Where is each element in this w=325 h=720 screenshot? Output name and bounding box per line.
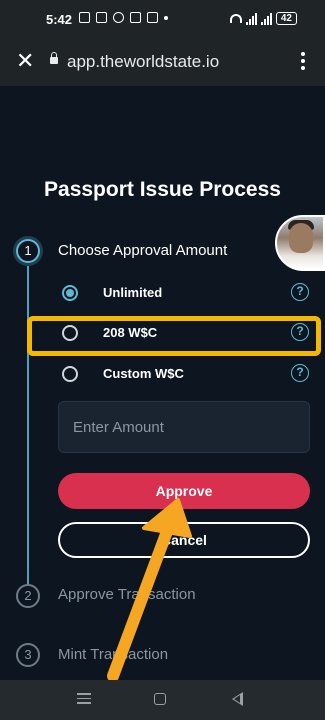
help-icon[interactable]: ? [291, 323, 309, 341]
option-custom-wsc[interactable]: Custom W$C ? [58, 360, 324, 388]
game-controller-icon [79, 12, 90, 23]
radio-208-wsc[interactable] [62, 325, 78, 341]
page-content: Passport Issue Process 1 Choose Approval… [0, 86, 325, 680]
status-bar: 5:42 42 [0, 0, 325, 40]
radio-custom-wsc[interactable] [62, 366, 78, 382]
signal-icon [245, 12, 257, 25]
option-208-wsc[interactable]: 208 W$C ? [58, 319, 324, 347]
signal-icon-2 [260, 12, 272, 25]
url-text[interactable]: app.theworldstate.io [67, 52, 219, 72]
home-icon[interactable] [154, 693, 166, 705]
option-label-208-wsc: 208 W$C [103, 325, 158, 340]
system-nav-bar [0, 680, 325, 720]
shield-icon [130, 12, 141, 23]
step-label-choose-approval: Choose Approval Amount [58, 242, 228, 259]
step-number-1: 1 [16, 239, 40, 263]
step-connector-line [27, 266, 29, 586]
browser-toolbar: ✕ app.theworldstate.io [0, 40, 325, 86]
close-icon[interactable]: ✕ [16, 50, 34, 72]
option-unlimited[interactable]: Unlimited ? [58, 279, 324, 307]
approve-button[interactable]: Approve [58, 473, 310, 509]
step-label-mint-transaction: Mint Transaction [58, 646, 169, 663]
amount-input[interactable] [58, 401, 310, 453]
step-number-2: 2 [16, 584, 40, 608]
app-icon [147, 12, 158, 23]
recents-icon[interactable] [77, 693, 91, 705]
status-time: 5:42 [46, 12, 73, 27]
avatar[interactable] [275, 215, 325, 271]
calendar-icon [96, 12, 107, 23]
step-number-3: 3 [16, 643, 40, 667]
battery-indicator: 42 [275, 12, 297, 25]
notification-icons [79, 12, 168, 23]
cancel-button[interactable]: Cancel [58, 522, 310, 558]
system-status: 42 [229, 12, 297, 25]
page-title: Passport Issue Process [44, 178, 281, 201]
wifi-icon [229, 14, 242, 23]
radio-unlimited[interactable] [62, 285, 78, 301]
overflow-menu-icon[interactable] [301, 52, 305, 70]
help-icon[interactable]: ? [291, 283, 309, 301]
option-label-custom-wsc: Custom W$C [103, 366, 184, 381]
lock-icon [50, 52, 58, 64]
option-label-unlimited: Unlimited [103, 285, 163, 300]
step-label-approve-transaction: Approve Transaction [58, 586, 196, 603]
more-notifications-dot-icon [164, 15, 168, 20]
help-icon[interactable]: ? [291, 364, 309, 382]
pinterest-icon [113, 12, 124, 23]
back-icon[interactable] [232, 692, 243, 706]
